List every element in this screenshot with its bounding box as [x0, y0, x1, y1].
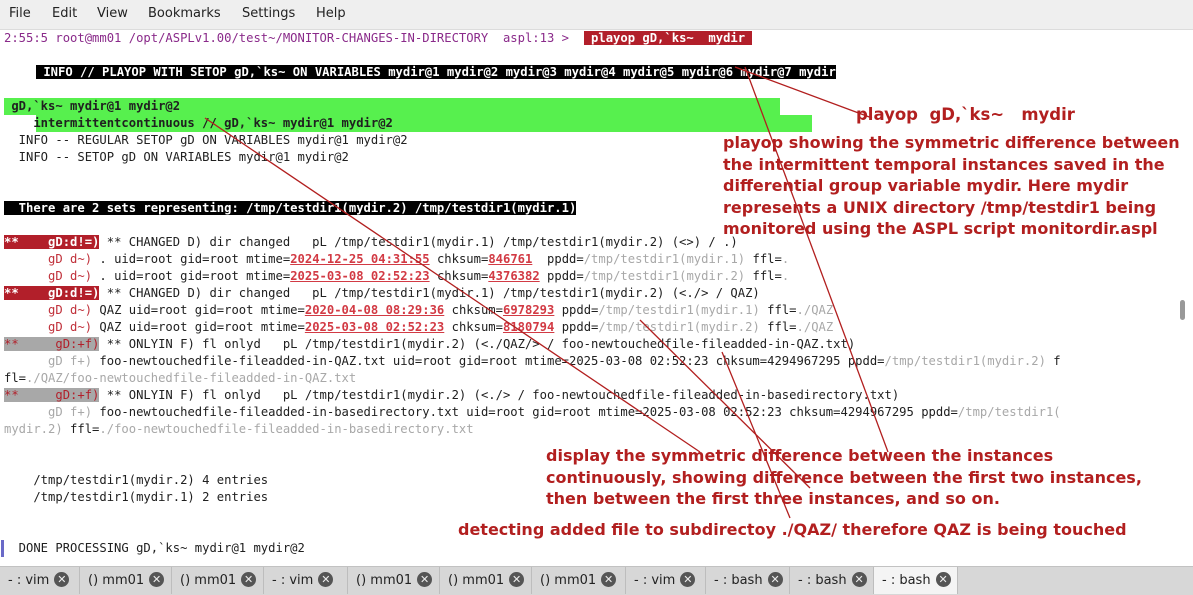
done-line: DONE PROCESSING gD,`ks~ mydir@1 mydir@2 — [1, 540, 305, 557]
tab-mm01[interactable]: () mm01 ✕ — [348, 567, 440, 594]
detail-line: gD d~) . uid=root gid=root mtime=2025-03… — [48, 269, 790, 283]
scrollbar-handle[interactable] — [1180, 300, 1185, 320]
detail-line: gD d~) . uid=root gid=root mtime=2024-12… — [48, 252, 790, 266]
detail-line: gD d~) QAZ uid=root gid=root mtime=2020-… — [48, 303, 834, 317]
command-text: playop gD,`ks~ mydir — [583, 31, 753, 45]
close-icon[interactable]: ✕ — [54, 572, 70, 587]
close-icon[interactable]: ✕ — [767, 572, 783, 587]
menu-bookmarks[interactable]: Bookmarks — [148, 6, 221, 21]
tab-vim[interactable]: - : vim ✕ — [264, 567, 348, 594]
tag-changed: ** gD:d!=) — [4, 235, 100, 249]
menu-file[interactable]: File — [9, 6, 31, 21]
setop-mode: intermittentcontinuous // gD,`ks~ mydir@… — [4, 116, 393, 130]
close-icon[interactable]: ✕ — [680, 572, 696, 587]
prompt-line: 2:55:5 root@mm01 /opt/ASPLv1.00/test~/MO… — [4, 30, 753, 47]
annotation-continuous: display the symmetric difference between… — [546, 446, 1142, 508]
tab-bar: - : vim ✕ () mm01 ✕ () mm01 ✕ - : vim ✕ () m… — [0, 566, 1193, 595]
close-icon[interactable]: ✕ — [935, 572, 951, 587]
info-header: INFO // PLAYOP WITH SETOP gD,`ks~ ON VAR… — [36, 65, 836, 79]
tab-bash[interactable]: - : bash ✕ — [790, 567, 874, 594]
menu-edit[interactable]: Edit — [52, 6, 77, 21]
close-icon[interactable]: ✕ — [241, 572, 257, 587]
file-line: gD f+) foo-newtouchedfile-fileadded-in-b… — [48, 405, 1061, 419]
tab-vim[interactable]: - : vim ✕ — [626, 567, 706, 594]
detail-line: gD d~) QAZ uid=root gid=root mtime=2025-… — [48, 320, 834, 334]
changed-line-2: ** gD:d!=) ** CHANGED D) dir changed pL … — [4, 286, 760, 300]
tag-changed: ** gD:d!=) — [4, 286, 100, 300]
tab-bash-active[interactable]: - : bash ✕ — [874, 567, 958, 594]
onlyin-line-1: ** gD:+f) ** ONLYIN F) fl onlyd pL /tmp/… — [4, 337, 856, 351]
file-line: gD f+) foo-newtouchedfile-fileadded-in-Q… — [48, 354, 1061, 368]
close-icon[interactable]: ✕ — [417, 572, 433, 587]
file-line-wrap: mydir.2) ffl=./foo-newtouchedfile-filead… — [4, 422, 474, 436]
close-icon[interactable]: ✕ — [509, 572, 525, 587]
shell-prompt: 2:55:5 root@mm01 /opt/ASPLv1.00/test~/MO… — [4, 31, 569, 45]
menu-settings[interactable]: Settings — [242, 6, 295, 21]
close-icon[interactable]: ✕ — [149, 572, 165, 587]
menu-help[interactable]: Help — [316, 6, 346, 21]
menu-bar: File Edit View Bookmarks Settings Help — [0, 0, 1193, 30]
entries-line-2: /tmp/testdir1(mydir.1) 2 entries — [4, 490, 269, 504]
changed-line-1: ** gD:d!=) ** CHANGED D) dir changed pL … — [4, 235, 738, 249]
entries-line-1: /tmp/testdir1(mydir.2) 4 entries — [4, 473, 269, 487]
close-icon[interactable]: ✕ — [318, 572, 334, 587]
tag-onlyin: ** gD:+f) — [4, 337, 100, 351]
annotation-title: playop gD,`ks~ mydir — [856, 105, 1075, 124]
tab-mm01[interactable]: () mm01 ✕ — [532, 567, 626, 594]
setop-title: gD,`ks~ mydir@1 mydir@2 — [4, 99, 181, 113]
tab-mm01[interactable]: () mm01 ✕ — [440, 567, 532, 594]
annotation-detect: detecting added file to subdirectoy ./QA… — [458, 520, 1127, 539]
sets-header: There are 2 sets representing: /tmp/test… — [4, 201, 577, 215]
tab-bash[interactable]: - : bash ✕ — [706, 567, 790, 594]
tab-vim[interactable]: - : vim ✕ — [0, 567, 80, 594]
file-line-wrap: fl=./QAZ/foo-newtouchedfile-fileadded-in… — [4, 371, 357, 385]
tab-mm01[interactable]: () mm01 ✕ — [80, 567, 172, 594]
info-setop: INFO -- SETOP gD ON VARIABLES mydir@1 my… — [4, 150, 349, 164]
menu-view[interactable]: View — [97, 6, 128, 21]
close-icon[interactable]: ✕ — [851, 572, 867, 587]
onlyin-line-2: ** gD:+f) ** ONLYIN F) fl onlyd pL /tmp/… — [4, 388, 900, 402]
tag-onlyin: ** gD:+f) — [4, 388, 100, 402]
close-icon[interactable]: ✕ — [601, 572, 617, 587]
info-regular: INFO -- REGULAR SETOP gD ON VARIABLES my… — [4, 133, 408, 147]
annotation-description: playop showing the symmetric difference … — [723, 133, 1180, 238]
tab-mm01[interactable]: () mm01 ✕ — [172, 567, 264, 594]
